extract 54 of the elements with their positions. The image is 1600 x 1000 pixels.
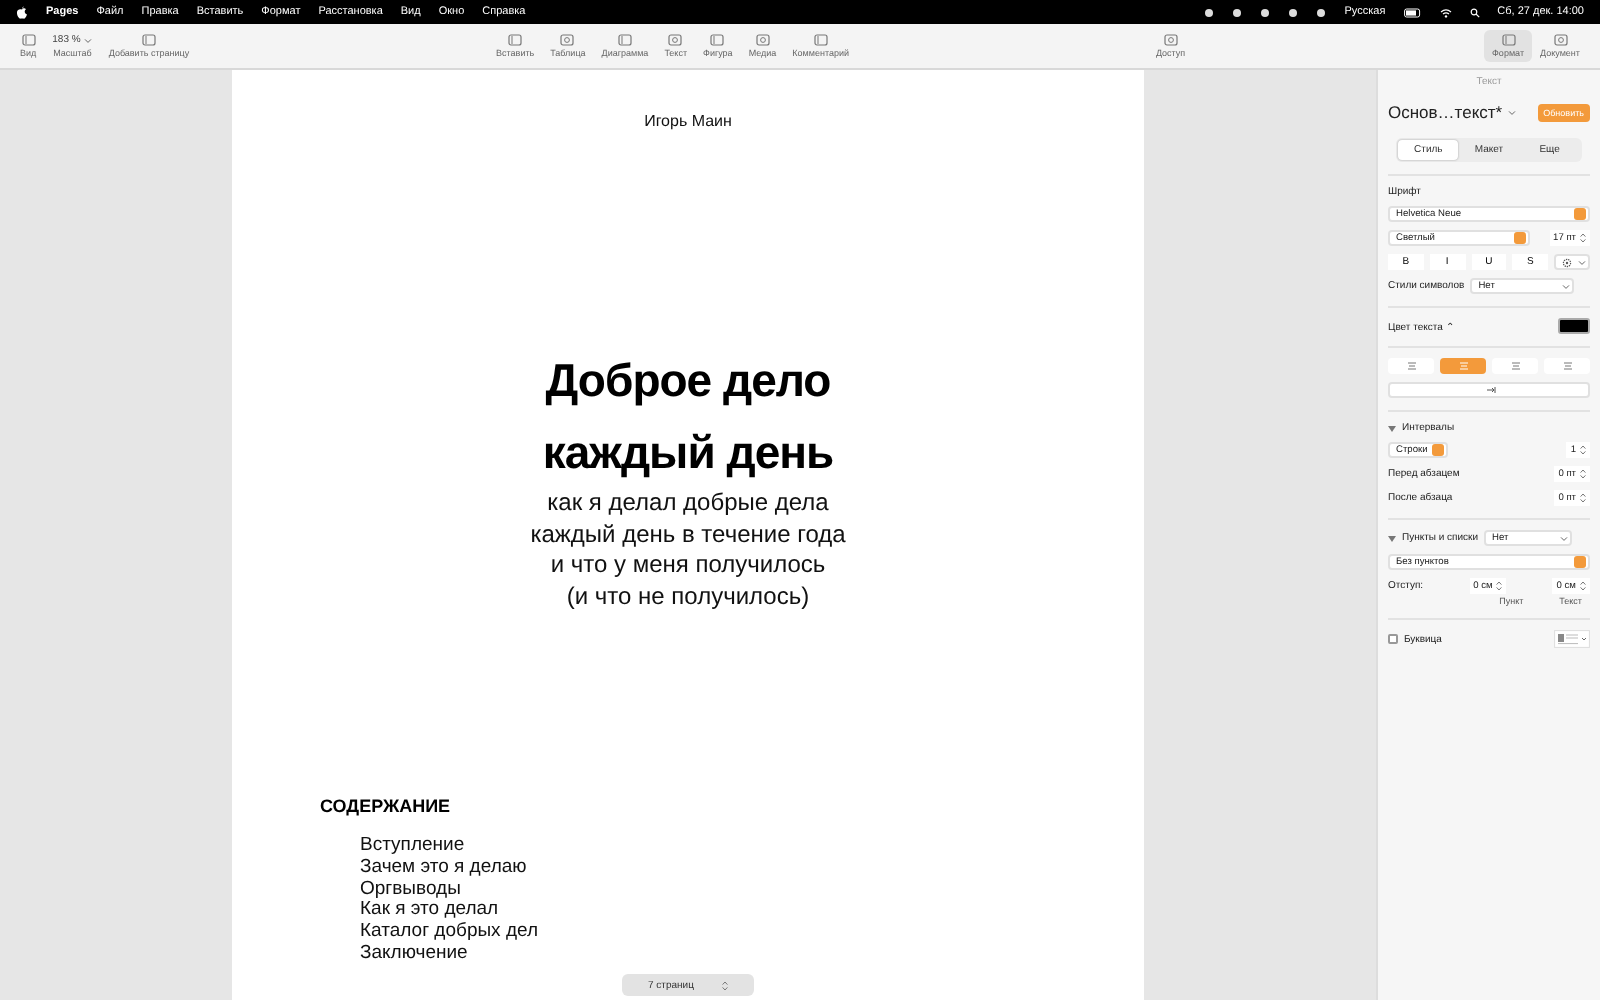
checkbox[interactable] bbox=[1388, 634, 1398, 644]
drop-cap-style-icon[interactable] bbox=[1554, 630, 1590, 648]
paragraph-style-menu[interactable]: Основ…текст* bbox=[1388, 102, 1503, 122]
toolbar-icon bbox=[755, 34, 770, 46]
toc-item: Зачем это я делаю bbox=[360, 857, 529, 880]
toc-item: Как я это делал bbox=[360, 900, 501, 922]
battery-icon[interactable] bbox=[1403, 7, 1422, 17]
toolbar-icon bbox=[617, 34, 632, 46]
color-swatch[interactable] bbox=[1558, 318, 1590, 334]
text-align-icon bbox=[1509, 362, 1521, 370]
document-subtitle: как я делал добрые дела каждый день в течение года и что у меня получилось (и что не получилось) bbox=[530, 488, 846, 612]
text-align-icon bbox=[1561, 362, 1573, 370]
disclosure-icon[interactable] bbox=[1388, 425, 1396, 431]
stepper-arrows-icon[interactable] bbox=[1580, 468, 1586, 480]
toolbar-icon bbox=[560, 34, 575, 46]
menu-extra-icon[interactable] bbox=[1204, 7, 1215, 17]
stepper-arrows-icon[interactable] bbox=[1580, 492, 1586, 504]
toolbar-icon bbox=[813, 34, 828, 46]
toc-item: Заключение bbox=[360, 943, 470, 966]
stepper-arrows-icon[interactable] bbox=[1580, 444, 1586, 456]
chevron-icon bbox=[84, 37, 93, 43]
toc-heading: СОДЕРЖАНИЕ bbox=[320, 796, 453, 816]
text-align-icon bbox=[1457, 362, 1469, 370]
toolbar-icon bbox=[1553, 34, 1567, 46]
toolbar-icon bbox=[668, 34, 683, 46]
chevron-icon bbox=[1578, 259, 1586, 265]
gear-icon bbox=[1562, 257, 1572, 267]
stepper-arrows-icon[interactable] bbox=[721, 979, 728, 991]
document-title: Доброе дело каждый день bbox=[542, 352, 834, 482]
menu-extra-icon[interactable] bbox=[1232, 7, 1243, 17]
options-menu[interactable] bbox=[1554, 254, 1590, 270]
menu-extra-icon[interactable] bbox=[1316, 7, 1327, 17]
toolbar-icon bbox=[710, 34, 725, 46]
menu-extra-icon[interactable] bbox=[1288, 7, 1299, 17]
toolbar-icon bbox=[1501, 34, 1516, 46]
toolbar-icon bbox=[21, 34, 36, 46]
apple-logo-icon[interactable] bbox=[16, 5, 28, 19]
toc-item: Каталог добрых дел bbox=[360, 922, 538, 944]
text-align-icon bbox=[1405, 362, 1417, 370]
toc-item: Оргвыводы bbox=[360, 879, 463, 901]
author-name: Игорь Маин bbox=[644, 112, 732, 130]
disclosure-icon[interactable] bbox=[1388, 535, 1396, 541]
toolbar-icon bbox=[508, 34, 523, 46]
search-icon[interactable] bbox=[1469, 7, 1480, 17]
tab-stop-icon bbox=[1486, 386, 1496, 394]
toc-item: Вступление bbox=[360, 836, 467, 858]
toolbar-icon bbox=[141, 34, 156, 46]
wifi-icon[interactable] bbox=[1439, 7, 1452, 17]
stepper-arrows-icon[interactable] bbox=[1579, 580, 1586, 592]
stepper-arrows-icon[interactable] bbox=[1496, 580, 1503, 592]
menu-extra-icon[interactable] bbox=[1260, 7, 1271, 17]
stepper-arrows-icon[interactable] bbox=[1580, 232, 1586, 244]
toolbar-icon bbox=[1163, 34, 1178, 46]
chevron-icon bbox=[1508, 109, 1517, 115]
